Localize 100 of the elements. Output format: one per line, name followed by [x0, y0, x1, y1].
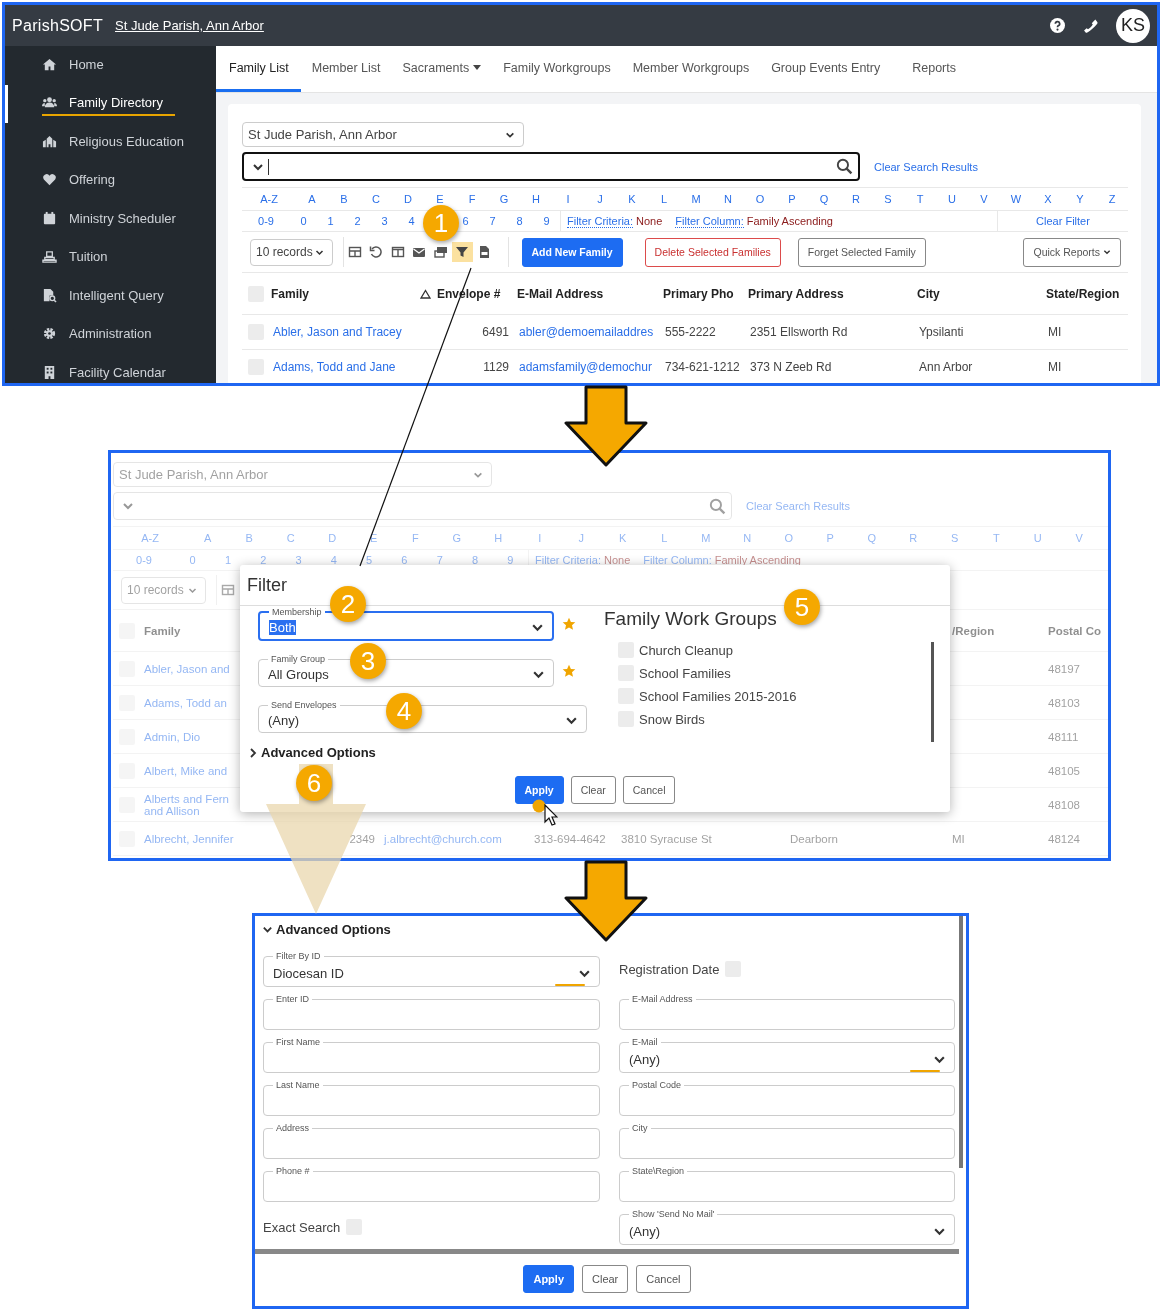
column-header[interactable]: Postal Co — [1044, 624, 1108, 637]
search-icon[interactable] — [836, 158, 853, 175]
digit-link[interactable]: 0-9 — [258, 215, 274, 227]
column-header[interactable]: Primary Address — [745, 286, 914, 301]
table-link[interactable]: Adams, Todd and Jane — [268, 360, 396, 374]
tab[interactable]: Family List — [216, 46, 301, 92]
letter-link[interactable]: G — [499, 193, 509, 205]
dropdown-field[interactable]: Show 'Send No Mail' (Any) — [619, 1209, 955, 1245]
column-header[interactable]: City — [914, 286, 1043, 301]
phone-icon[interactable] — [1083, 18, 1098, 33]
sidebar-item[interactable]: Administration — [5, 315, 216, 354]
star-icon[interactable] — [562, 617, 576, 631]
table-link[interactable]: Abler, Jason and Tracey — [268, 325, 402, 339]
dialog-button[interactable]: Cancel — [636, 1265, 691, 1293]
dropdown-button[interactable]: Quick Reports — [1023, 237, 1121, 267]
tab[interactable]: Sacraments — [391, 46, 493, 92]
dropdown-field[interactable]: E-Mail (Any) — [619, 1037, 955, 1073]
digit-link[interactable]: 7 — [489, 215, 496, 227]
scrollbar[interactable] — [959, 916, 963, 1168]
letter-link[interactable]: P — [788, 193, 796, 205]
column-header[interactable]: E-Mail Address — [514, 286, 660, 301]
input-field[interactable]: State\Region — [619, 1166, 955, 1202]
digit-link[interactable]: 0 — [300, 215, 307, 227]
sidebar-item[interactable]: Tuition — [5, 238, 216, 277]
input-field[interactable]: Address — [263, 1123, 600, 1159]
letter-link[interactable]: Y — [1076, 193, 1084, 205]
tab[interactable]: Group Events Entry — [760, 46, 892, 92]
table-link[interactable]: abler@demoemailaddres — [514, 325, 654, 339]
parish-select[interactable]: St Jude Parish, Ann Arbor — [242, 122, 524, 147]
column-header[interactable]: /Region — [948, 624, 1044, 637]
advanced-options-toggle[interactable]: Advanced Options — [248, 745, 376, 760]
column-header[interactable]: Family — [268, 286, 434, 301]
letter-link[interactable]: H — [532, 193, 540, 205]
sidebar-item[interactable]: Intelligent Query — [5, 277, 216, 316]
digit-link[interactable]: 6 — [462, 215, 469, 227]
letter-link[interactable]: J — [597, 193, 603, 205]
star-icon[interactable] — [562, 663, 576, 678]
sidebar-item[interactable]: Home — [5, 46, 216, 85]
records-select[interactable]: 10 records — [121, 576, 206, 604]
parish-link[interactable]: St Jude Parish, Ann Arbor — [115, 18, 264, 33]
letter-link[interactable]: M — [691, 193, 701, 205]
letter-link[interactable]: T — [916, 193, 924, 205]
letter-link[interactable]: Q — [819, 193, 829, 205]
input-field[interactable]: Last Name — [263, 1080, 600, 1116]
input-field[interactable]: First Name — [263, 1037, 600, 1073]
tab[interactable]: Member List — [300, 46, 392, 92]
input-field[interactable]: City — [619, 1123, 955, 1159]
input-field[interactable]: Postal Code — [619, 1080, 955, 1116]
digit-link[interactable]: 8 — [516, 215, 523, 227]
letter-link[interactable]: E — [436, 193, 444, 205]
toolbar-button[interactable]: Forget Selected Family — [797, 237, 926, 267]
search-field[interactable] — [242, 152, 860, 181]
sidebar-item[interactable]: Ministry Scheduler — [5, 200, 216, 239]
filter-column-link[interactable]: Filter Column: — [675, 214, 744, 228]
dialog-button[interactable]: Clear — [582, 1265, 629, 1293]
clear-search-link[interactable]: Clear Search Results — [874, 160, 978, 173]
letter-link[interactable]: Z — [1108, 193, 1116, 205]
scrollbar[interactable] — [255, 1249, 959, 1254]
sidebar-item[interactable]: Offering — [5, 161, 216, 200]
clear-filter-link[interactable]: Clear Filter — [1036, 215, 1090, 227]
filter-criteria-link[interactable]: Filter Criteria: — [567, 214, 633, 228]
toolbar-button[interactable]: Delete Selected Families — [644, 237, 781, 267]
letter-link[interactable]: D — [404, 193, 412, 205]
column-header[interactable]: Primary Pho — [660, 286, 745, 301]
dialog-button[interactable]: Cancel — [622, 776, 676, 804]
tab[interactable]: Reports — [901, 46, 967, 92]
tab[interactable]: Member Workgroups — [621, 46, 761, 92]
input-field[interactable]: Enter ID — [263, 994, 600, 1030]
letter-link[interactable]: A-Z — [260, 193, 278, 205]
letter-link[interactable]: L — [660, 193, 668, 205]
help-icon[interactable] — [1050, 18, 1065, 33]
tab[interactable]: Family Workgroups — [492, 46, 622, 92]
dropdown-field[interactable]: Filter By ID Diocesan ID — [263, 951, 600, 987]
records-select[interactable]: 10 records — [250, 238, 333, 266]
dialog-button[interactable]: Clear — [570, 776, 616, 804]
letter-link[interactable]: A — [308, 193, 316, 205]
letter-link[interactable]: C — [372, 193, 380, 205]
letter-link[interactable]: I — [566, 193, 570, 205]
letter-link[interactable]: R — [852, 193, 860, 205]
letter-link[interactable]: N — [724, 193, 732, 205]
user-avatar[interactable]: KS — [1116, 8, 1150, 43]
sidebar-item[interactable]: Religious Education — [5, 123, 216, 162]
letter-link[interactable]: S — [884, 193, 892, 205]
input-field[interactable]: E-Mail Address — [619, 994, 955, 1030]
dialog-button[interactable]: Apply — [514, 776, 564, 804]
sidebar-item[interactable]: Facility Calendar — [5, 354, 216, 383]
filter-button[interactable] — [451, 242, 473, 262]
sort-icon[interactable] — [420, 288, 431, 299]
letter-link[interactable]: U — [948, 193, 956, 205]
letter-link[interactable]: X — [1044, 193, 1052, 205]
digit-link[interactable]: 4 — [408, 215, 415, 227]
letter-link[interactable]: O — [755, 193, 765, 205]
column-header[interactable]: State/Region — [1043, 286, 1131, 301]
input-field[interactable]: Phone # — [263, 1166, 600, 1202]
parish-select[interactable]: St Jude Parish, Ann Arbor — [113, 462, 492, 487]
digit-link[interactable]: 9 — [543, 215, 550, 227]
letter-link[interactable]: B — [340, 193, 348, 205]
letter-link[interactable]: W — [1010, 193, 1022, 205]
toolbar-button[interactable]: Add New Family — [521, 237, 623, 267]
scrollbar[interactable] — [931, 642, 934, 742]
